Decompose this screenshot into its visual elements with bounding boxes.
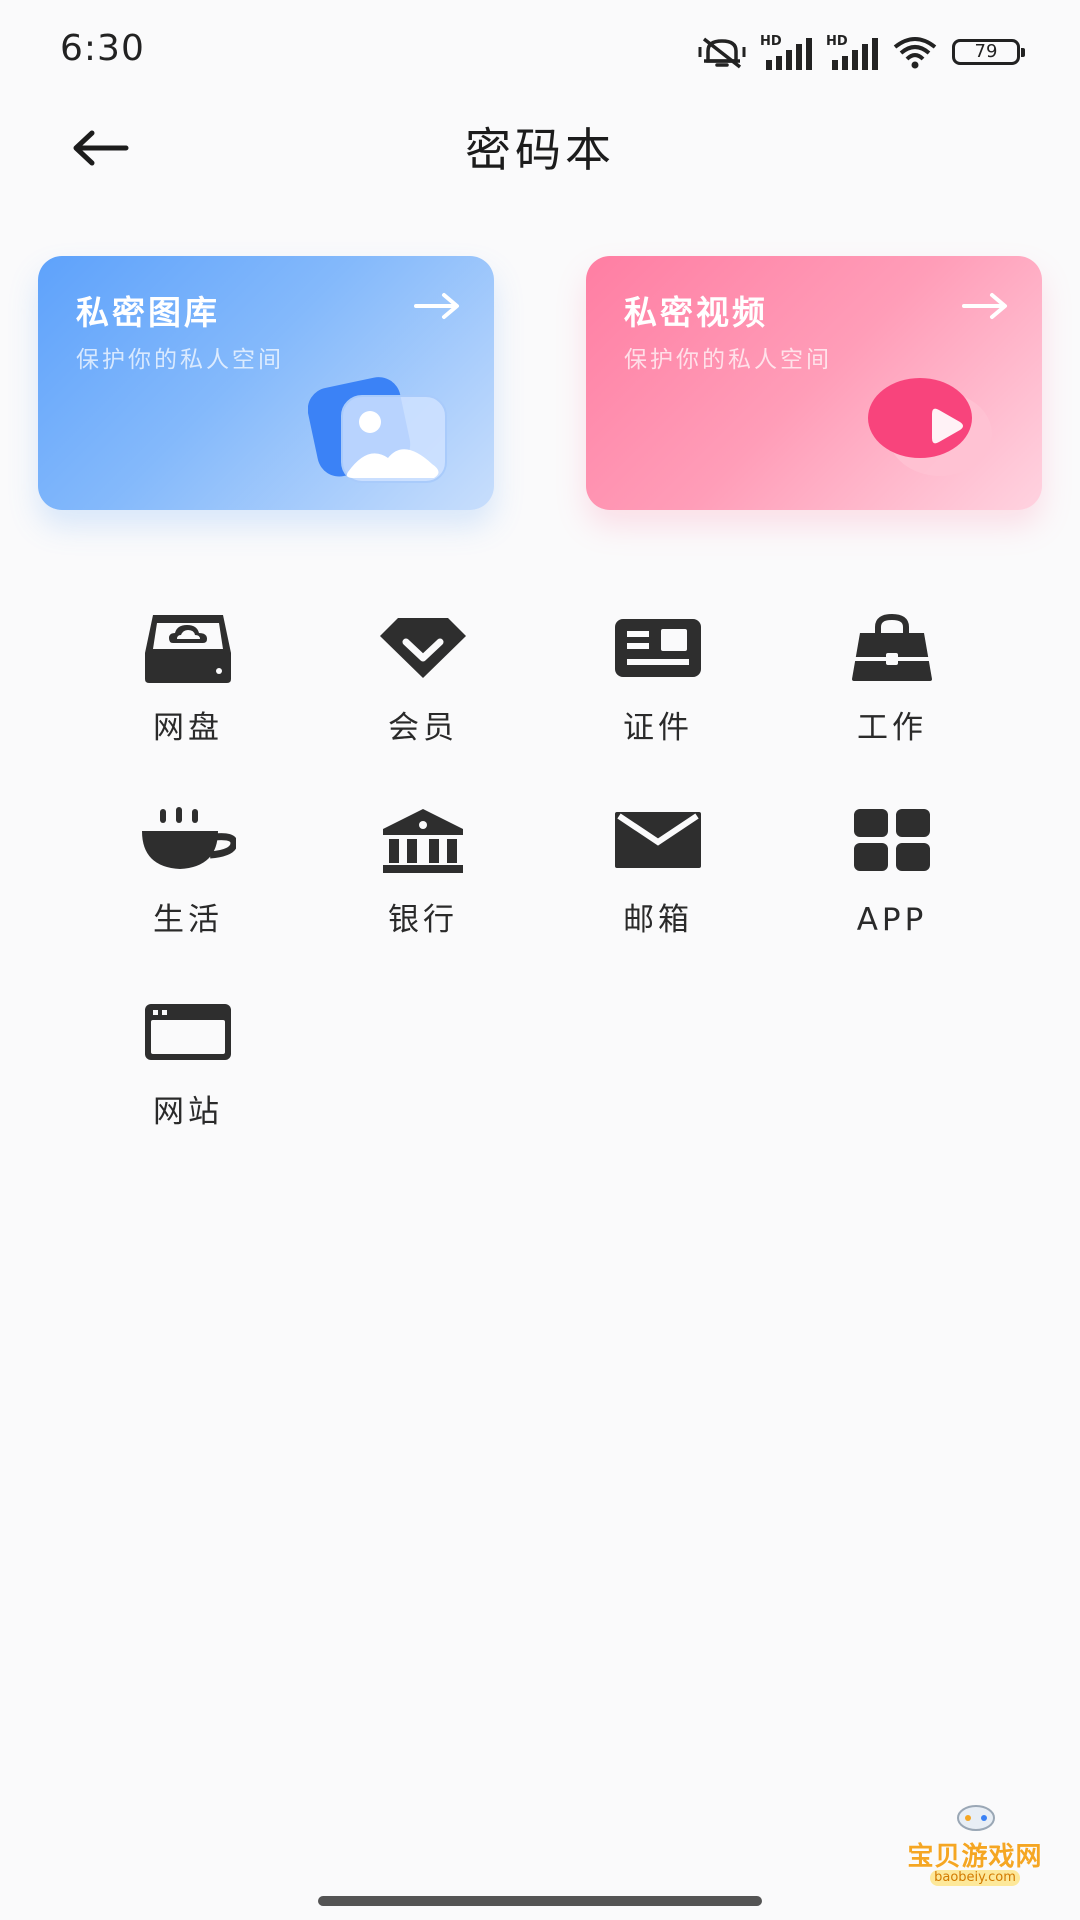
wifi-icon	[892, 35, 938, 69]
vip-diamond-icon	[373, 608, 473, 688]
category-app[interactable]: APP	[792, 800, 992, 960]
card-title: 私密视频	[624, 293, 768, 332]
category-label: APP	[856, 902, 928, 938]
watermark-text: 宝贝游戏网	[907, 1842, 1043, 1872]
site-watermark: 宝贝游戏网 baobeiy.com	[900, 1796, 1050, 1886]
category-bank[interactable]: 银行	[323, 800, 523, 960]
category-website[interactable]: 网站	[88, 992, 288, 1152]
private-gallery-card[interactable]: 私密图库 保护你的私人空间	[38, 256, 494, 510]
category-life[interactable]: 生活	[88, 800, 288, 960]
private-video-card[interactable]: 私密视频 保护你的私人空间	[586, 256, 1042, 510]
watermark-url: baobeiy.com	[930, 1870, 1020, 1886]
category-label: 银行	[388, 902, 458, 938]
category-label: 工作	[857, 710, 927, 746]
screen: 6:30 HD HD 79 密码本 私密图库 保护你的私人空间 私密视频 保护你…	[0, 0, 1080, 1920]
id-card-icon	[608, 608, 708, 688]
coffee-cup-icon	[138, 800, 238, 880]
arrow-right-icon	[962, 292, 1008, 324]
signal-1-icon: HD	[760, 34, 812, 70]
status-icons: HD HD 79	[698, 30, 1025, 74]
home-indicator[interactable]	[318, 1896, 762, 1906]
category-label: 邮箱	[623, 902, 693, 938]
page-title: 密码本	[465, 123, 615, 177]
arrow-right-icon	[414, 292, 460, 324]
mail-icon	[608, 800, 708, 880]
category-label: 证件	[623, 710, 693, 746]
briefcase-icon	[842, 608, 942, 688]
battery-level: 79	[974, 41, 998, 62]
category-cloud-drive[interactable]: 网盘	[88, 608, 288, 768]
mute-vibrate-icon	[698, 35, 746, 69]
category-label: 网站	[153, 1094, 223, 1130]
category-vip[interactable]: 会员	[323, 608, 523, 768]
signal-2-icon: HD	[826, 34, 878, 70]
category-label: 网盘	[153, 710, 223, 746]
category-label: 会员	[388, 710, 458, 746]
category-id-card[interactable]: 证件	[558, 608, 758, 768]
app-grid-icon	[842, 800, 942, 880]
battery-icon: 79	[952, 39, 1025, 65]
card-subtitle: 保护你的私人空间	[76, 347, 284, 373]
bank-icon	[373, 800, 473, 880]
image-icon	[307, 374, 448, 488]
card-subtitle: 保护你的私人空间	[624, 347, 832, 373]
category-work[interactable]: 工作	[792, 608, 992, 768]
video-play-icon	[866, 374, 996, 488]
card-title: 私密图库	[76, 293, 220, 332]
browser-window-icon	[138, 992, 238, 1072]
status-time: 6:30	[60, 28, 145, 69]
category-mail[interactable]: 邮箱	[558, 800, 758, 960]
category-label: 生活	[153, 902, 223, 938]
cloud-drive-icon	[138, 608, 238, 688]
gamepad-icon	[956, 1800, 996, 1836]
